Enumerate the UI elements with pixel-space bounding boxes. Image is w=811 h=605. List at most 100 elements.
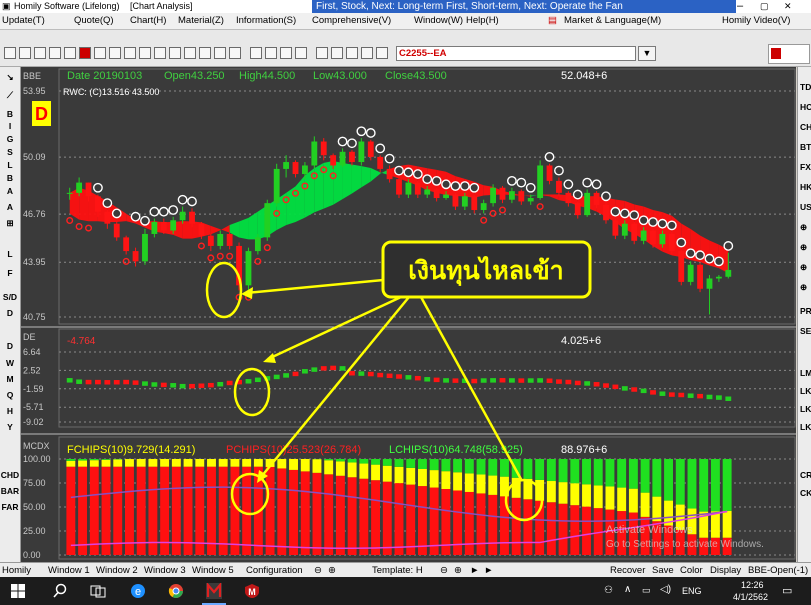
tool-g[interactable]: G bbox=[0, 133, 20, 145]
tool-d[interactable]: D bbox=[0, 307, 20, 319]
market-lk1[interactable]: LK bbox=[800, 385, 811, 397]
tab-window-1[interactable]: Window 1 bbox=[48, 564, 90, 577]
tool-h[interactable]: H bbox=[0, 405, 20, 417]
toolbar-bar-icon[interactable] bbox=[154, 47, 166, 59]
toolbar-line-icon[interactable] bbox=[169, 47, 181, 59]
menu-material[interactable]: Material(Z) bbox=[178, 14, 224, 28]
tool-arrow-icon[interactable]: ↘ bbox=[0, 71, 20, 83]
toolbar-flag-icon[interactable] bbox=[79, 47, 91, 59]
tab-window-3[interactable]: Window 3 bbox=[144, 564, 186, 577]
tool-m[interactable]: M bbox=[0, 373, 20, 385]
stock-code-input[interactable]: C2255--EA bbox=[396, 46, 636, 61]
tool-line-icon[interactable]: ⟋ bbox=[0, 89, 20, 101]
market-lm[interactable]: LM bbox=[800, 367, 811, 379]
tool-d2[interactable]: D bbox=[0, 340, 20, 352]
tool-l2[interactable]: L bbox=[0, 248, 20, 260]
save-button[interactable]: Save bbox=[652, 564, 674, 577]
tool-a[interactable]: A bbox=[0, 185, 20, 197]
toolbar-copy-icon[interactable] bbox=[361, 47, 373, 59]
chrome-icon[interactable] bbox=[168, 583, 184, 599]
toolbar-home-icon[interactable] bbox=[4, 47, 16, 59]
menu-homily-video[interactable]: Homily Video(V) bbox=[722, 14, 790, 28]
tool-bar[interactable]: BAR bbox=[0, 485, 20, 497]
maximize-icon[interactable]: ▢ bbox=[760, 0, 769, 13]
recover-button[interactable]: Recover bbox=[610, 564, 645, 577]
market-icon-c[interactable]: ⊕ bbox=[800, 261, 807, 273]
market-ck[interactable]: CK bbox=[800, 487, 811, 499]
market-icon-a[interactable]: ⊕ bbox=[800, 221, 807, 233]
minimize-icon[interactable]: – bbox=[737, 0, 743, 13]
tab-window-2[interactable]: Window 2 bbox=[96, 564, 138, 577]
tool-s[interactable]: S bbox=[0, 146, 20, 158]
toolbar-print-icon[interactable] bbox=[316, 47, 328, 59]
tray-language[interactable]: ENG bbox=[682, 586, 702, 596]
toolbar-forward-icon[interactable] bbox=[34, 47, 46, 59]
play-icon[interactable]: ► bbox=[470, 564, 479, 577]
chart-canvas[interactable]: 53.95 50.09 46.76 43.95 40.75 6.64 2.52 -1.59 -5… bbox=[21, 67, 796, 562]
notification-icon[interactable]: ▭ bbox=[782, 584, 792, 597]
stock-code-dropdown-icon[interactable]: ▼ bbox=[638, 46, 656, 61]
tool-l[interactable]: L bbox=[0, 159, 20, 171]
tool-w[interactable]: W bbox=[0, 357, 20, 369]
tool-far[interactable]: FAR bbox=[0, 501, 20, 513]
market-ho[interactable]: HO bbox=[800, 101, 811, 113]
toolbar-back-icon[interactable] bbox=[19, 47, 31, 59]
market-ch[interactable]: CH bbox=[800, 121, 811, 133]
market-icon-d[interactable]: ⊕ bbox=[800, 281, 807, 293]
toolbar-open-icon[interactable] bbox=[331, 47, 343, 59]
market-td[interactable]: TD bbox=[800, 81, 811, 93]
menu-market-language[interactable]: Market & Language(M) bbox=[564, 14, 661, 28]
market-hk[interactable]: HK bbox=[800, 181, 811, 193]
tray-people-icon[interactable]: ⚇ bbox=[604, 585, 613, 596]
toolbar-up-icon[interactable] bbox=[250, 47, 262, 59]
zoom-out-icon[interactable]: ⊖ bbox=[314, 564, 322, 577]
menu-chart[interactable]: Chart(H) bbox=[130, 14, 166, 28]
template-selector[interactable]: Template: H bbox=[372, 564, 423, 577]
tray-network-icon[interactable]: ▭ bbox=[642, 585, 651, 596]
task-view-icon[interactable] bbox=[90, 583, 106, 599]
toolbar-grid-icon[interactable] bbox=[109, 47, 121, 59]
toolbar-down-icon[interactable] bbox=[265, 47, 277, 59]
homily-app-icon[interactable] bbox=[206, 583, 222, 599]
windows-start-icon[interactable] bbox=[10, 583, 26, 599]
tool-a2[interactable]: A bbox=[0, 201, 20, 213]
tab-homily[interactable]: Homily bbox=[2, 564, 31, 577]
tool-sd[interactable]: S/D bbox=[0, 291, 20, 303]
menu-information[interactable]: Information(S) bbox=[236, 14, 296, 28]
menu-comprehensive[interactable]: Comprehensive(V) bbox=[312, 14, 391, 28]
market-pr[interactable]: PR bbox=[800, 305, 811, 317]
template-zoom-out-icon[interactable]: ⊖ bbox=[440, 564, 448, 577]
tool-i[interactable]: I bbox=[0, 120, 20, 132]
tool-chd[interactable]: CHD bbox=[0, 469, 20, 481]
tool-b[interactable]: B bbox=[0, 108, 20, 120]
toolbar-chart-icon[interactable] bbox=[124, 47, 136, 59]
toolbar-draw-icon[interactable] bbox=[199, 47, 211, 59]
next-icon[interactable]: ► bbox=[484, 564, 493, 577]
tool-b2[interactable]: B bbox=[0, 172, 20, 184]
menu-window[interactable]: Window(W) bbox=[414, 14, 463, 28]
market-fx[interactable]: FX bbox=[800, 161, 811, 173]
toolbar-candle-icon[interactable] bbox=[139, 47, 151, 59]
tray-chevron-icon[interactable]: ∧ bbox=[624, 584, 631, 595]
toolbar-left-icon[interactable] bbox=[280, 47, 292, 59]
tab-configuration[interactable]: Configuration bbox=[246, 564, 303, 577]
menu-quote[interactable]: Quote(Q) bbox=[74, 14, 114, 28]
edge-browser-icon[interactable]: e bbox=[130, 583, 146, 599]
mcafee-icon[interactable]: M bbox=[244, 583, 260, 599]
tool-f[interactable]: F bbox=[0, 267, 20, 279]
toolbar-indicator-icon[interactable] bbox=[184, 47, 196, 59]
template-zoom-in-icon[interactable]: ⊕ bbox=[454, 564, 462, 577]
color-button[interactable]: Color bbox=[680, 564, 703, 577]
toolbar-save-icon[interactable] bbox=[346, 47, 358, 59]
toolbar-zoom-icon[interactable] bbox=[64, 47, 76, 59]
market-lk3[interactable]: LK bbox=[800, 421, 811, 433]
market-icon-b[interactable]: ⊕ bbox=[800, 241, 807, 253]
tool-y[interactable]: Y bbox=[0, 421, 20, 433]
toolbar-list-icon[interactable] bbox=[94, 47, 106, 59]
tool-q[interactable]: Q bbox=[0, 389, 20, 401]
search-icon[interactable] bbox=[52, 583, 68, 599]
market-cr[interactable]: CR bbox=[800, 469, 811, 481]
tray-date[interactable]: 4/1/2562 bbox=[733, 592, 768, 602]
display-button[interactable]: Display bbox=[710, 564, 741, 577]
toolbar-right-icon[interactable] bbox=[295, 47, 307, 59]
